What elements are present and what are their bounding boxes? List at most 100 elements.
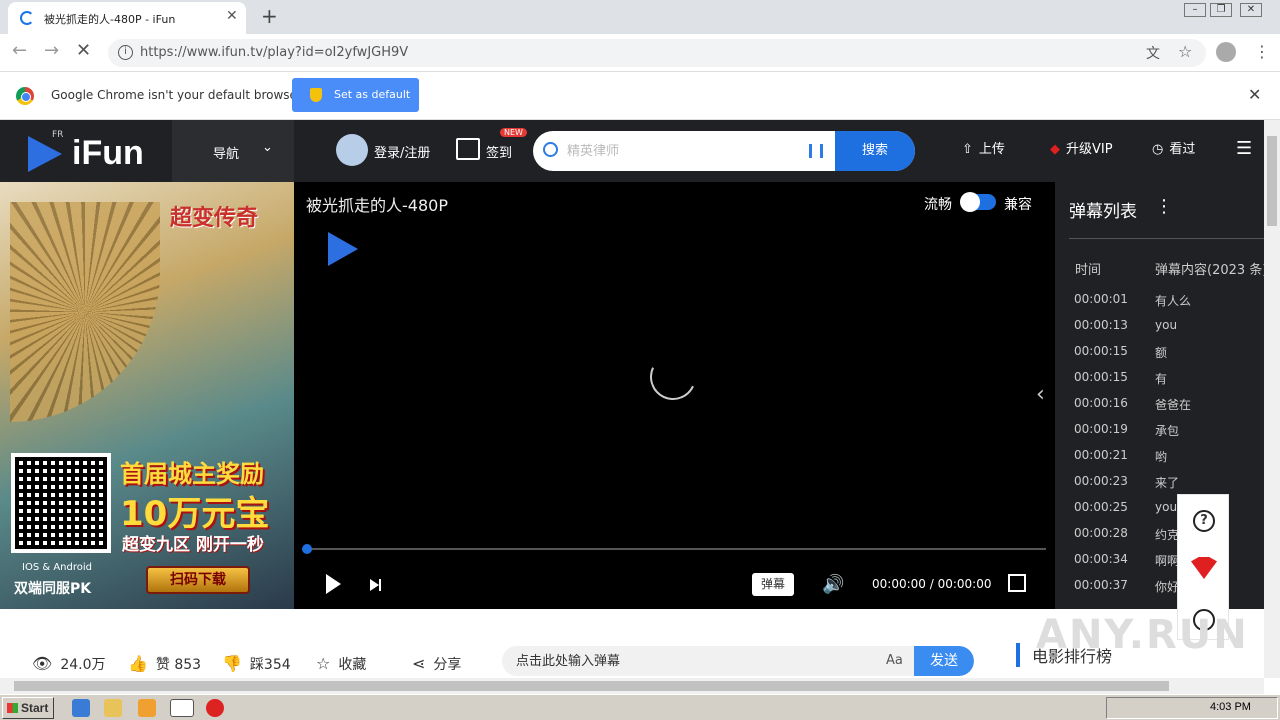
avatar-icon — [336, 134, 368, 166]
logo-badge: FR — [52, 130, 64, 140]
restore-icon[interactable]: ❐ — [1210, 3, 1232, 17]
danmu-text: 哟 — [1155, 450, 1168, 464]
progress-bar[interactable] — [302, 544, 1046, 554]
start-button[interactable]: Start — [2, 697, 54, 719]
ad-headline-2: 10万元宝 — [120, 494, 270, 534]
ad-download-button[interactable]: 扫码下载 — [146, 566, 250, 594]
progress-handle[interactable] — [302, 544, 312, 554]
eye-icon: 👁 — [32, 654, 53, 673]
menu-dots-icon[interactable]: ⋮ — [1254, 42, 1270, 61]
chevron-down-icon: ⌄ — [262, 140, 273, 155]
star-icon[interactable]: ☆ — [1178, 42, 1192, 61]
smooth-label: 流畅 — [924, 197, 952, 213]
danmu-text: 承包 — [1155, 424, 1180, 438]
danmu-text: 你好 — [1155, 580, 1180, 594]
danmu-toggle-button[interactable]: 弹幕 — [752, 573, 794, 596]
danmu-input-box: Aa 发送 — [502, 646, 974, 676]
stop-icon[interactable]: ✕ — [76, 40, 91, 61]
favorite-button[interactable]: ☆ 收藏 — [316, 654, 366, 674]
vertical-scrollbar[interactable] — [1264, 120, 1280, 678]
help-icon[interactable]: ? — [1193, 510, 1215, 532]
share-label: 分享 — [433, 657, 462, 673]
danmu-text: 啊啊 — [1155, 554, 1180, 568]
translate-icon[interactable]: 文 — [1146, 43, 1160, 63]
font-style-button[interactable]: Aa — [886, 653, 903, 668]
search-button[interactable]: 搜索 — [835, 131, 915, 171]
logo-text: iFun — [72, 134, 144, 172]
likes-label: 赞 853 — [155, 657, 202, 673]
danmu-row[interactable]: 00:00:23 来了 — [1055, 474, 1264, 500]
danmu-row[interactable]: 00:00:15 额 — [1055, 344, 1264, 370]
vertical-scrollbar-thumb[interactable] — [1267, 136, 1277, 226]
notifications-icon[interactable]: ☰ — [1236, 138, 1252, 159]
close-window-icon[interactable]: ✕ — [1240, 3, 1262, 17]
history-link[interactable]: ◷ 看过 — [1152, 138, 1195, 157]
danmu-row[interactable]: 00:00:13 you — [1055, 318, 1264, 344]
favorite-label: 收藏 — [338, 657, 367, 673]
danmu-text: 有 — [1155, 372, 1168, 386]
quality-toggle[interactable] — [960, 192, 996, 212]
danmu-row[interactable]: 00:00:21 哟 — [1055, 448, 1264, 474]
info-icon[interactable]: i — [118, 45, 133, 60]
ifun-logo[interactable]: FR iFun — [28, 130, 158, 174]
nav-label: 导航 — [213, 147, 240, 162]
new-tab-icon[interactable]: + — [261, 4, 278, 28]
fullscreen-icon[interactable] — [1008, 574, 1026, 592]
compat-label: 兼容 — [1004, 197, 1032, 213]
chrome-taskbar-icon[interactable] — [170, 699, 194, 717]
upload-icon: ⇧ — [962, 142, 973, 157]
share-button[interactable]: ⋖ 分享 — [412, 654, 461, 674]
set-default-button[interactable]: Set as default — [292, 78, 419, 112]
danmu-input[interactable] — [516, 646, 876, 676]
danmu-row[interactable]: 00:00:16 爸爸在 — [1055, 396, 1264, 422]
danmu-row[interactable]: 00:00:01 有人么 — [1055, 292, 1264, 318]
address-bar[interactable]: i https://www.ifun.tv/play?id=oI2yfwJGH9… — [108, 39, 1206, 67]
minimize-icon[interactable]: – — [1184, 3, 1206, 17]
danmu-time: 00:00:21 — [1074, 448, 1128, 462]
like-button[interactable]: 👍 赞 853 — [128, 654, 201, 674]
thumbs-up-icon: 👍 — [128, 654, 148, 673]
vip-diamond-icon[interactable] — [1191, 557, 1217, 579]
horizontal-scrollbar[interactable] — [0, 678, 1264, 694]
video-player[interactable]: 被光抓走的人-480P 流畅 兼容 ‹ 弹幕 🔊 00:00:00 / 00:0… — [294, 182, 1055, 609]
stop-sign-icon[interactable] — [206, 699, 224, 717]
back-icon[interactable]: ← — [12, 40, 27, 61]
upload-label: 上传 — [978, 142, 1005, 157]
danmu-row[interactable]: 00:00:37 你好 — [1055, 578, 1264, 604]
danmu-text: 约克 — [1155, 528, 1180, 542]
danmu-row[interactable]: 00:00:19 承包 — [1055, 422, 1264, 448]
upload-link[interactable]: ⇧ 上传 — [962, 138, 1005, 157]
more-icon[interactable]: ⋮ — [1155, 196, 1173, 217]
ie-icon[interactable] — [72, 699, 90, 717]
close-infobar-icon[interactable]: ✕ — [1248, 85, 1261, 104]
voice-icon[interactable] — [809, 144, 823, 158]
send-danmu-button[interactable]: 发送 — [914, 646, 974, 676]
dislike-button[interactable]: 👎 踩354 — [222, 654, 291, 674]
nav-dropdown[interactable]: 导航 ⌄ — [172, 120, 294, 182]
search-input[interactable] — [567, 131, 827, 171]
ad-headline-1: 首届城主奖励 — [120, 460, 264, 488]
danmu-row[interactable]: 00:00:34 啊啊 — [1055, 552, 1264, 578]
loading-spinner-icon — [643, 347, 703, 407]
chevron-left-icon[interactable]: ‹ — [1036, 382, 1045, 407]
media-player-icon[interactable] — [138, 699, 156, 717]
forward-icon[interactable]: → — [44, 40, 59, 61]
close-tab-icon[interactable]: ✕ — [226, 8, 238, 24]
ad-banner[interactable]: 超变传奇 IOS & Android 双端同服PK 首届城主奖励 10万元宝 超… — [0, 182, 294, 609]
divider — [1069, 238, 1264, 239]
url-text[interactable]: https://www.ifun.tv/play?id=oI2yfwJGH9V — [140, 45, 408, 60]
folder-icon[interactable] — [104, 699, 122, 717]
panel-title: 弹幕列表 — [1069, 202, 1137, 222]
horizontal-scrollbar-thumb[interactable] — [14, 681, 1169, 691]
volume-icon[interactable]: 🔊 — [822, 574, 844, 595]
browser-tab[interactable]: 被光抓走的人-480P - iFun ✕ — [8, 2, 246, 34]
danmu-row[interactable]: 00:00:28 约克 — [1055, 526, 1264, 552]
danmu-row[interactable]: 00:00:25 you — [1055, 500, 1264, 526]
profile-icon[interactable] — [1216, 42, 1236, 62]
shield-icon — [310, 88, 322, 102]
vip-link[interactable]: ◆ 升级VIP — [1050, 138, 1113, 157]
chrome-logo-icon — [16, 87, 34, 105]
next-icon[interactable] — [370, 579, 381, 591]
danmu-row[interactable]: 00:00:15 有 — [1055, 370, 1264, 396]
play-icon[interactable] — [326, 574, 341, 594]
